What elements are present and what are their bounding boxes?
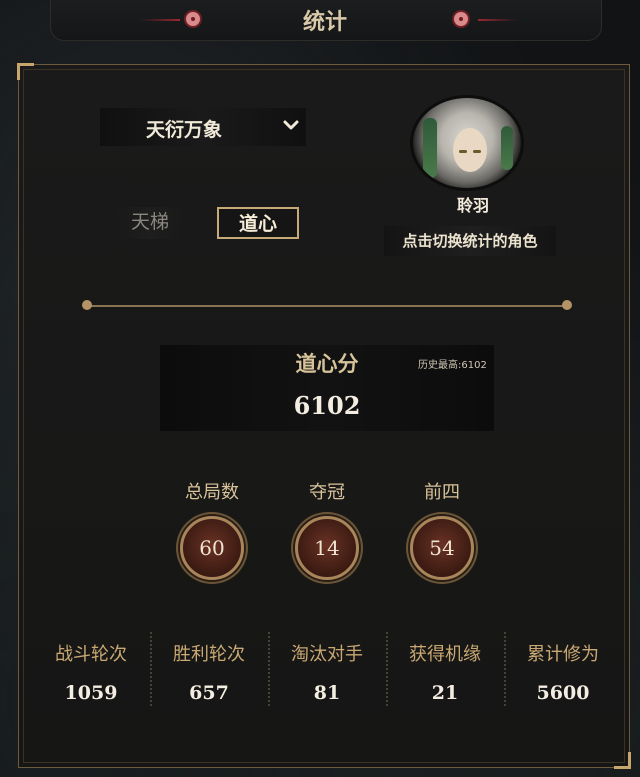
stat-cultivation: 累计修为 5600	[504, 640, 622, 704]
page-title: 统计	[302, 9, 347, 35]
avatar-hair-ornament	[423, 118, 437, 178]
stat-value: 5600	[536, 682, 590, 704]
score-value: 6102	[293, 391, 361, 420]
score-box: 道心分 历史最高:6102 6102	[160, 345, 494, 431]
stat-medal: 54	[410, 516, 474, 580]
character-avatar[interactable]	[410, 95, 524, 191]
stat-eliminations: 淘汰对手 81	[268, 640, 386, 704]
tab-ladder[interactable]: 天梯	[117, 207, 183, 239]
stat-value: 21	[431, 682, 459, 704]
divider-dot	[82, 300, 92, 310]
avatar-eye	[473, 150, 481, 153]
stat-medal: 14	[295, 516, 359, 580]
stat-value: 657	[189, 682, 229, 704]
avatar-hair-ornament	[501, 126, 513, 170]
stat-label: 战斗轮次	[55, 644, 127, 665]
tab-daoxin[interactable]: 道心	[217, 207, 299, 239]
divider-dot	[562, 300, 572, 310]
stat-label: 夺冠	[309, 482, 345, 503]
stat-medal: 60	[180, 516, 244, 580]
corner-ornament	[614, 752, 631, 769]
stat-label: 累计修为	[527, 644, 599, 665]
chevron-down-icon	[283, 120, 299, 130]
stat-label: 获得机缘	[409, 644, 481, 665]
stat-win-rounds: 胜利轮次 657	[150, 640, 268, 704]
corner-ornament	[17, 63, 34, 80]
stat-label: 淘汰对手	[291, 644, 363, 665]
divider	[86, 305, 568, 307]
stat-opportunities: 获得机缘 21	[386, 640, 504, 704]
stat-top-four: 前四 54	[402, 478, 482, 580]
history-best-label: 历史最高:6102	[418, 360, 487, 371]
season-dropdown[interactable]: 天衍万象	[100, 108, 306, 146]
avatar-eye	[459, 150, 467, 153]
stat-value: 81	[313, 682, 341, 704]
character-name: 聆羽	[456, 196, 489, 215]
stat-champion: 夺冠 14	[287, 478, 367, 580]
switch-character-button[interactable]: 点击切换统计的角色	[384, 226, 556, 256]
stat-label: 胜利轮次	[173, 644, 245, 665]
stat-battle-rounds: 战斗轮次 1059	[32, 640, 150, 704]
stat-label: 前四	[424, 482, 460, 503]
stat-total-games: 总局数 60	[172, 478, 252, 580]
season-dropdown-value: 天衍万象	[146, 119, 223, 141]
stat-value: 1059	[64, 682, 118, 704]
stat-label: 总局数	[185, 482, 239, 503]
